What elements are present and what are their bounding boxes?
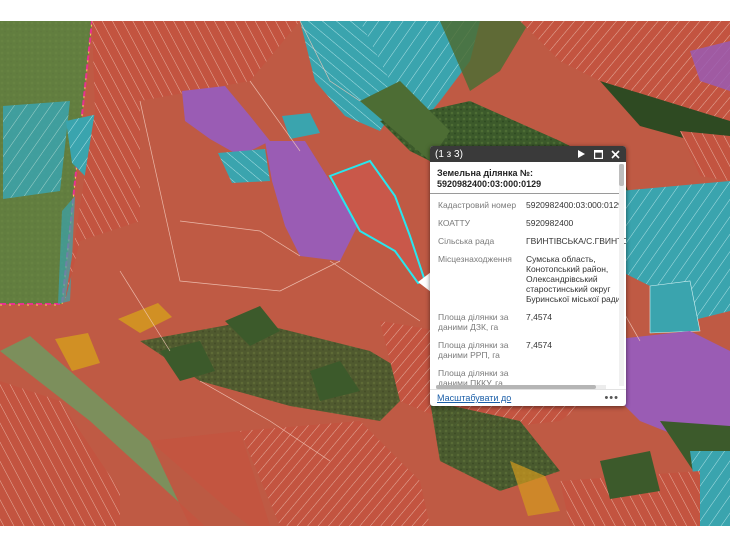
attribute-value: 7,4574 xyxy=(526,312,552,322)
attribute-value: 7,4574 xyxy=(526,340,552,350)
play-next-icon[interactable] xyxy=(575,148,587,160)
popup-header: (1 з 3) xyxy=(430,146,626,162)
attribute-label: Місцезнаходження xyxy=(438,254,512,264)
attribute-row: Місцезнаходження Сумська область, Коното… xyxy=(438,254,626,304)
vertical-scrollbar[interactable] xyxy=(619,164,624,386)
attribute-value: ГВИНТІВСЬКА/С.ГВИНТОВЕ xyxy=(526,236,626,246)
scrollbar-thumb[interactable] xyxy=(619,164,624,186)
map-parcel-cyan xyxy=(3,101,70,199)
popup-body[interactable]: Земельна ділянка №: 5920982400:03:000:01… xyxy=(430,162,626,390)
attribute-label: КОАТТУ xyxy=(438,218,471,228)
attribute-value: 5920982400:03:000:0129 xyxy=(526,200,623,210)
popup-footer: Масштабувати до ••• xyxy=(430,389,626,406)
dock-icon[interactable] xyxy=(592,148,604,160)
attribute-table: Кадастровий номер 5920982400:03:000:0129… xyxy=(430,194,626,388)
attribute-row: Площа ділянки за даними РРП, га 7,4574 xyxy=(438,340,626,360)
attribute-row: Сільська рада ГВИНТІВСЬКА/С.ГВИНТОВЕ xyxy=(438,236,626,246)
attribute-value: Сумська область, Конотопський район, Оле… xyxy=(526,254,621,304)
attribute-label: Кадастровий номер xyxy=(438,200,517,210)
zoom-to-link[interactable]: Масштабувати до xyxy=(437,393,604,403)
attribute-value: 5920982400 xyxy=(526,218,574,228)
attribute-label: Площа ділянки за даними ДЗК, га xyxy=(438,312,509,332)
popup-title: Земельна ділянка №: 5920982400:03:000:01… xyxy=(430,162,622,194)
more-options-button[interactable]: ••• xyxy=(604,393,619,404)
attribute-label: Сільська рада xyxy=(438,236,495,246)
feature-popup: (1 з 3) Земельна ділянка №: 5920982400:0… xyxy=(430,146,626,406)
close-icon[interactable] xyxy=(609,148,621,160)
popup-feature-counter: (1 з 3) xyxy=(435,148,463,160)
attribute-row: Кадастровий номер 5920982400:03:000:0129 xyxy=(438,200,626,210)
attribute-label: Площа ділянки за даними РРП, га xyxy=(438,340,509,360)
attribute-row: КОАТТУ 5920982400 xyxy=(438,218,626,228)
attribute-row: Площа ділянки за даними ДЗК, га 7,4574 xyxy=(438,312,626,332)
